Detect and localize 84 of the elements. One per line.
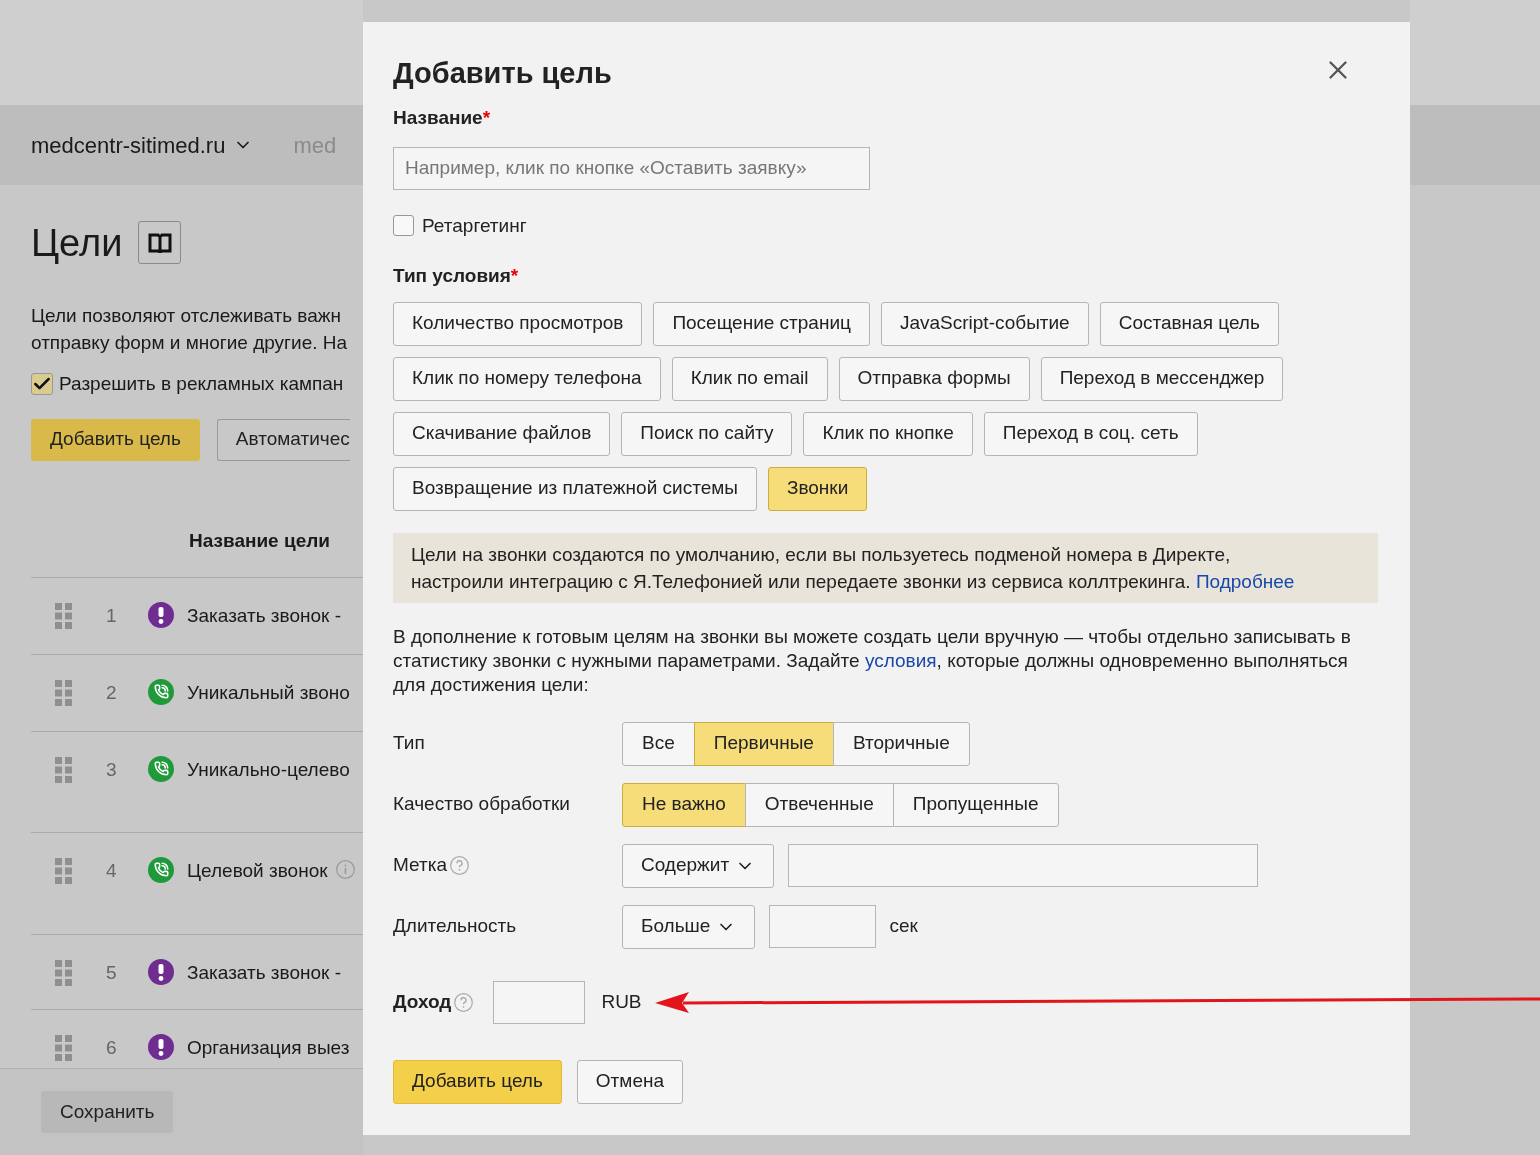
segment-button[interactable]: Не важно xyxy=(622,782,746,827)
add-goal-button[interactable]: Добавить цель xyxy=(31,418,200,461)
row-number: 6 xyxy=(106,1035,118,1060)
description-text: отправку форм и многие другие. На xyxy=(31,331,349,355)
condition-type-button[interactable]: Клик по email xyxy=(671,356,828,401)
conditions-link[interactable]: условия xyxy=(864,649,937,671)
field-label: Качество обработки xyxy=(393,792,571,817)
condition-type-button[interactable]: Составная цель xyxy=(1099,301,1279,346)
drag-handle-icon[interactable] xyxy=(55,756,73,783)
segment-button[interactable]: Все xyxy=(622,721,695,766)
condition-type-button[interactable]: Скачивание файлов xyxy=(393,411,611,456)
condition-type-button[interactable]: Переход в мессенджер xyxy=(1040,356,1284,401)
phone-call-icon xyxy=(148,678,174,705)
auto-goals-button[interactable]: Автоматичес xyxy=(216,418,350,461)
condition-type-button[interactable]: Отправка формы xyxy=(838,356,1030,401)
manual-text: В дополнение к готовым целям на звонки вы можете создать цели вручную — чтобы отдельно записывать в статистику звонки с нужными параметрами. Задайте условия, которые должны одновременно выполняться для достижения цели: xyxy=(393,624,1352,697)
phone-call-icon xyxy=(148,856,174,883)
condition-type-button[interactable]: Посещение страниц xyxy=(653,301,870,346)
required-mark: * xyxy=(510,264,519,288)
segment-button[interactable]: Пропущенные xyxy=(892,782,1059,827)
field-label: Тип условия xyxy=(393,264,511,288)
more-link[interactable]: Подробнее xyxy=(1195,570,1295,592)
row-number: 3 xyxy=(106,757,118,782)
condition-type-button[interactable]: Клик по номеру телефона xyxy=(393,356,661,401)
condition-type-button[interactable]: Клик по кнопке xyxy=(803,411,973,456)
tag-input[interactable] xyxy=(788,844,1259,887)
drag-handle-icon[interactable] xyxy=(55,959,73,986)
operator-dropdown[interactable]: Содержит xyxy=(622,843,775,888)
drag-handle-icon[interactable] xyxy=(55,679,73,706)
goal-name[interactable]: Заказать звонок - xyxy=(187,958,341,987)
name-input[interactable]: Например, клик по кнопке «Оставить заявку» xyxy=(393,146,870,190)
page-title: Цели xyxy=(31,223,123,262)
phone-call-icon xyxy=(148,755,174,782)
column-header: Название цели xyxy=(189,529,330,554)
condition-type-button[interactable]: Количество просмотров xyxy=(393,301,643,346)
unit-label: сек xyxy=(889,914,918,939)
add-goal-button[interactable]: Добавить цель xyxy=(393,1059,562,1104)
exclamation-icon xyxy=(148,958,174,985)
row-number: 1 xyxy=(106,603,118,628)
drag-handle-icon[interactable] xyxy=(55,1034,73,1061)
cancel-button[interactable]: Отмена xyxy=(576,1059,683,1104)
condition-type-button[interactable]: JavaScript-событие xyxy=(880,301,1089,346)
segment-button[interactable]: Отвеченные xyxy=(744,782,894,827)
checkbox-label: Ретаргетинг xyxy=(422,213,527,238)
segment-button[interactable]: Первичные xyxy=(693,721,834,766)
condition-type-button[interactable]: Поиск по сайту xyxy=(621,411,793,456)
info-icon[interactable] xyxy=(335,859,355,879)
goal-name[interactable]: Уникально-целево xyxy=(187,755,350,784)
condition-type-button[interactable]: Переход в соц. сеть xyxy=(983,411,1198,456)
condition-type-button[interactable]: Звонки xyxy=(767,466,868,511)
help-icon[interactable] xyxy=(450,856,469,875)
goal-name[interactable]: Целевой звонок xyxy=(187,856,328,885)
goal-name[interactable]: Заказать звонок - xyxy=(187,601,341,630)
row-number: 4 xyxy=(106,858,118,883)
field-label: Тип xyxy=(393,731,426,756)
segment-button[interactable]: Вторичные xyxy=(832,721,970,766)
dialog-title: Добавить цель xyxy=(393,56,612,91)
operator-dropdown[interactable]: Больше xyxy=(622,904,756,949)
drag-handle-icon[interactable] xyxy=(55,602,73,629)
revenue-input[interactable] xyxy=(493,980,586,1024)
goal-name[interactable]: Организация выез xyxy=(187,1033,350,1062)
checkbox-label: Разрешить в рекламных кампан xyxy=(59,372,344,396)
description-text: Цели позволяют отслеживать важн xyxy=(31,304,342,328)
save-button[interactable]: Сохранить xyxy=(41,1091,174,1133)
checkbox[interactable] xyxy=(31,373,53,396)
field-label: Метка xyxy=(393,853,447,878)
exclamation-icon xyxy=(148,601,174,628)
drag-handle-icon[interactable] xyxy=(55,857,73,884)
info-note: Цели на звонки создаются по умолчанию, если вы пользуетесь подменой номера в Директе, настроили интеграцию с Я.Телефонией или передаете звонки из сервиса коллтрекинга. Подробнее xyxy=(393,532,1378,603)
condition-type-button[interactable]: Возвращение из платежной системы xyxy=(393,466,757,511)
required-mark: * xyxy=(482,106,491,130)
currency-label: RUB xyxy=(601,989,642,1014)
field-label: Доход xyxy=(393,989,452,1014)
help-icon[interactable] xyxy=(454,992,474,1012)
exclamation-icon xyxy=(148,1033,174,1060)
goal-name[interactable]: Уникальный звоно xyxy=(187,678,350,707)
row-number: 2 xyxy=(106,680,118,705)
field-label: Название xyxy=(393,106,483,130)
row-number: 5 xyxy=(106,960,118,985)
duration-input[interactable] xyxy=(769,905,877,948)
field-label: Длительность xyxy=(393,914,518,939)
book-icon[interactable] xyxy=(138,221,182,264)
site-selector[interactable]: medcentr-sitimed.ru xyxy=(31,128,254,162)
retargeting-checkbox[interactable] xyxy=(393,215,414,237)
